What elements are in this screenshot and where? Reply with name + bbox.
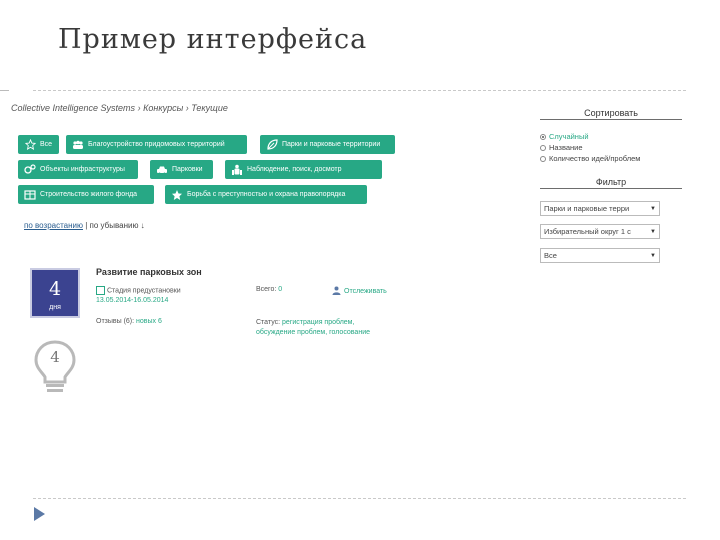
ideas-total: Всего: 0 [256, 286, 282, 293]
category-label: Объекты инфраструктуры [40, 166, 125, 173]
project-stage: Стадия предустановки 13.05.2014-16.05.20… [96, 286, 181, 306]
stage-label: Стадия предустановки [107, 287, 181, 295]
corner-rule [0, 90, 9, 91]
gears-icon [24, 164, 36, 176]
select-value: Парки и парковые терри [544, 204, 630, 213]
category-button-surveillance[interactable]: Наблюдение, поиск, досмотр [225, 160, 382, 179]
radio-selected[interactable] [540, 133, 546, 140]
sort-asc-link[interactable]: по возрастанию [24, 221, 83, 230]
building-icon [24, 189, 36, 201]
days-left-badge: 4 дня [30, 268, 80, 318]
category-button-parks[interactable]: Парки и парковые территории [260, 135, 395, 154]
breadcrumb-root[interactable]: Collective Intelligence Systems [11, 103, 135, 113]
top-divider [33, 90, 686, 91]
info-icon [96, 286, 105, 295]
people-icon [72, 139, 84, 151]
project-status: Статус: регистрация проблем, обсуждение … [256, 318, 370, 338]
sort-option-label: Количество идей/проблем [549, 154, 641, 163]
category-label: Парки и парковые территории [282, 141, 381, 148]
category-button-parking[interactable]: Парковки [150, 160, 213, 179]
days-left-label: дня [49, 304, 61, 311]
sort-option-label: Случайный [549, 132, 589, 141]
project-reviews: Отзывы (6): новых 6 [96, 318, 162, 325]
sort-links: по возрастанию | по убыванию ↓ [24, 221, 145, 230]
sort-option-label: Название [549, 143, 583, 152]
dropdown-arrow-icon: ▼ [650, 252, 656, 259]
sort-option-name[interactable]: Название [540, 143, 583, 152]
user-icon [332, 286, 341, 297]
project-title[interactable]: Развитие парковых зон [96, 267, 202, 277]
radio[interactable] [540, 144, 546, 151]
next-slide-arrow-icon[interactable] [34, 507, 45, 521]
days-left-number: 4 [48, 278, 62, 300]
filter-panel-title: Фильтр [540, 177, 682, 189]
breadcrumb-current: Текущие [191, 103, 228, 113]
dropdown-arrow-icon: ▼ [650, 228, 656, 235]
bottom-divider [33, 498, 686, 499]
category-label: Парковки [172, 166, 203, 173]
status-value-continued: обсуждение проблем, голосование [256, 329, 370, 336]
slide-title: Пример интерфейса [58, 24, 368, 55]
stage-dates: 13.05.2014-16.05.2014 [96, 297, 169, 305]
car-icon [156, 164, 168, 176]
lightbulb-count: 4 [50, 348, 60, 366]
sort-desc-link[interactable]: по убыванию ↓ [90, 221, 145, 230]
track-label: Отслеживать [344, 288, 387, 295]
ideas-label: Всего: [256, 286, 277, 293]
dropdown-arrow-icon: ▼ [650, 205, 656, 212]
breadcrumb-separator: › [135, 103, 144, 113]
ideas-value: 0 [278, 286, 283, 293]
breadcrumb-contests[interactable]: Конкурсы [143, 103, 183, 113]
category-button-yards[interactable]: Благоустройство придомовых территорий [66, 135, 247, 154]
filter-category-select[interactable]: Парки и парковые терри ▼ [540, 201, 660, 216]
filter-status-select[interactable]: Все ▼ [540, 248, 660, 263]
sort-panel-title: Сортировать [540, 108, 682, 120]
select-value: Все [544, 251, 557, 260]
breadcrumb: Collective Intelligence Systems › Конкур… [11, 103, 228, 113]
radio[interactable] [540, 155, 546, 162]
people-group-icon [231, 164, 243, 176]
track-button[interactable]: Отслеживать [332, 286, 387, 297]
leaf-icon [266, 138, 278, 151]
reviews-new-link[interactable]: новых 6 [136, 318, 162, 325]
category-label: Строительство жилого фонда [40, 191, 138, 198]
category-button-all[interactable]: Все [18, 135, 59, 154]
reviews-label: Отзывы (6): [96, 318, 135, 325]
breadcrumb-separator: › [183, 103, 192, 113]
star-outline-icon [24, 139, 36, 151]
category-button-housing[interactable]: Строительство жилого фонда [18, 185, 154, 204]
status-value: регистрация проблем, [282, 319, 355, 326]
lightbulb-icon: 4 [30, 338, 80, 398]
category-button-crime[interactable]: Борьба с преступностью и охрана правопор… [165, 185, 367, 204]
status-label: Статус: [256, 319, 281, 326]
category-label: Наблюдение, поиск, досмотр [247, 166, 342, 173]
sort-option-random[interactable]: Случайный [540, 132, 589, 141]
select-value: Избирательный округ 1 с [544, 227, 631, 236]
sort-option-count[interactable]: Количество идей/проблем [540, 154, 640, 163]
category-button-infrastructure[interactable]: Объекты инфраструктуры [18, 160, 138, 179]
category-label: Все [40, 141, 53, 148]
category-label: Благоустройство придомовых территорий [88, 141, 225, 148]
star-icon [171, 189, 183, 201]
category-label: Борьба с преступностью и охрана правопор… [187, 191, 346, 198]
filter-district-select[interactable]: Избирательный округ 1 с ▼ [540, 224, 660, 239]
